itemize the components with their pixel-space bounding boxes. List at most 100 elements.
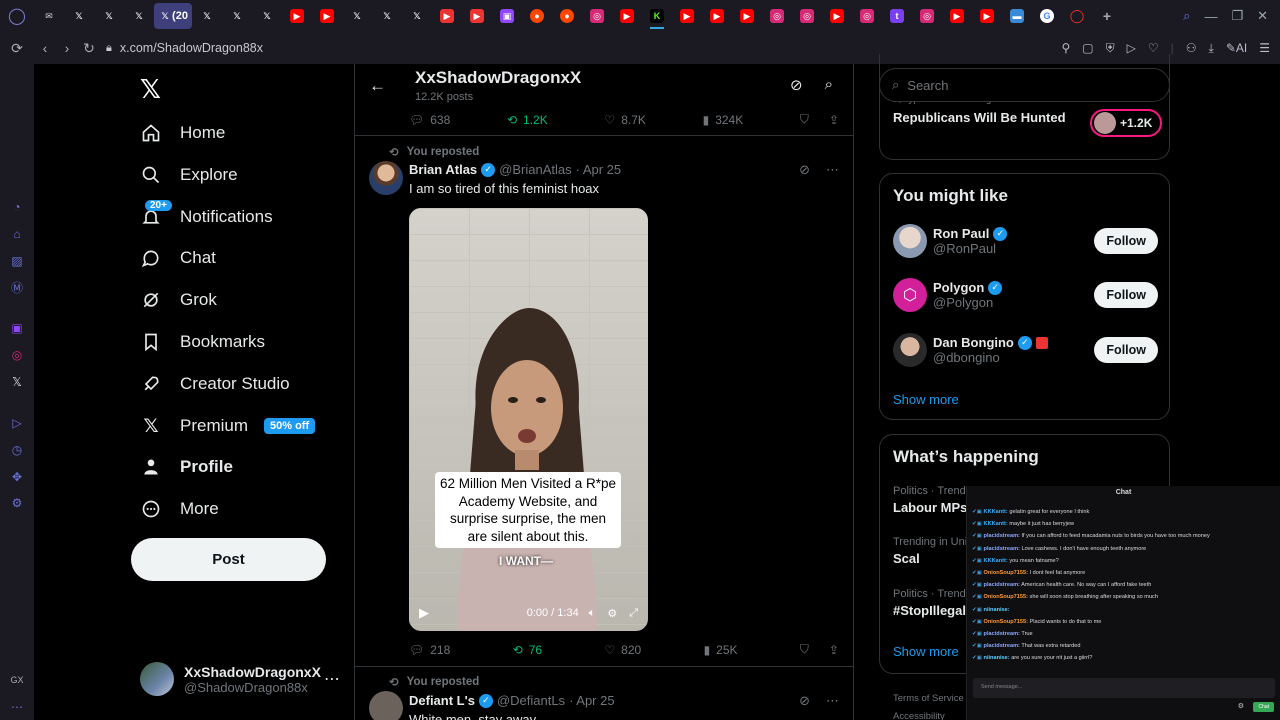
chat-input[interactable]: Send message... [973,678,1275,698]
tab-x[interactable]: 𝕏 [222,3,252,29]
trend-item[interactable]: Trending in Uni Scal [893,536,967,566]
chat-username[interactable]: KKKantt: [984,558,1008,564]
like-button[interactable]: ♡ 8.7K [604,113,645,127]
nav-more[interactable]: More [140,494,219,524]
nav-home[interactable]: Home [140,118,225,148]
messenger-icon[interactable]: Ⓜ [11,274,23,301]
suggested-user[interactable]: Ron Paul ✓ @RonPaul Follow [893,221,1158,261]
aria-icon[interactable]: ◔ [13,193,20,220]
chat-username[interactable]: placidstream: [984,582,1020,588]
share-icon[interactable]: ⇪ [829,113,839,127]
live-listeners[interactable]: +1.2K [1090,109,1163,137]
x-logo-icon[interactable]: 𝕏 [140,74,161,105]
grok-icon[interactable]: ⊘ [799,162,810,178]
tab-instagram[interactable]: ◎ [582,3,612,29]
tweet-author-name[interactable]: Brian Atlas [409,162,477,177]
chat-username[interactable]: KKKantt: [984,521,1008,527]
avatar[interactable] [369,161,403,195]
extensions-icon[interactable]: ✥ [12,463,22,490]
profile-icon[interactable]: ⚇ [1186,41,1197,55]
more-horizontal-icon[interactable]: ⋯ [324,669,340,689]
nav-notifications[interactable]: 20+ Notifications [140,200,273,232]
twitch-sidebar-icon[interactable]: ▣ [11,315,22,342]
trend-item[interactable]: Politics · Trend Labour MPs [893,485,967,515]
new-tab-button[interactable]: + [1092,3,1122,29]
chat-username[interactable]: KKKantt: [984,509,1008,515]
post-button[interactable]: Post [131,538,326,581]
chat-settings-icon[interactable]: ⚙ [1238,702,1244,710]
trend-item[interactable]: Politics · Trend #StopIllegal [893,588,966,618]
account-switcher[interactable]: XxShadowDragonxX @ShadowDragon88x ⋯ [140,662,340,696]
tab-youtube[interactable]: ▶ [672,3,702,29]
maximize-icon[interactable]: ❐ [1231,8,1243,24]
tab-instagram[interactable]: ◎ [762,3,792,29]
volume-icon[interactable]: 🔈︎ [589,607,596,620]
ai-button[interactable]: ✎AI [1226,41,1247,55]
nav-premium[interactable]: 𝕏 Premium 50% off [140,411,316,441]
tab-kick[interactable]: K [642,3,672,29]
live-title[interactable]: Republicans Will Be Hunted [893,110,1066,125]
tab-youtube[interactable]: ▶ [822,3,852,29]
tab-play[interactable]: ▶ [432,3,462,29]
back-icon[interactable]: ‹ [34,40,56,56]
back-arrow-icon[interactable]: ← [369,76,386,96]
more-sidebar-icon[interactable]: ⋯ [11,693,23,720]
url-field[interactable]: 🔒︎ x.com/ShadowDragon88x [106,41,263,55]
repost-button[interactable]: ⟲ 1.2K [507,113,548,127]
tab-x[interactable]: 𝕏 [372,3,402,29]
settings-icon[interactable]: ⚙ [607,607,617,620]
notes-icon[interactable]: ▨ [11,247,22,274]
tab-tumblr[interactable]: t [882,3,912,29]
opera-logo-icon[interactable]: ◯ [0,6,34,26]
translate-icon[interactable]: ⌂ [13,220,20,247]
like-button[interactable]: ♡ 820 [604,643,641,657]
tab-reddit[interactable]: ● [522,3,552,29]
tab-youtube[interactable]: ▶ [702,3,732,29]
tab-mail[interactable]: ✉ [34,3,64,29]
play-icon[interactable]: ▶ [419,605,429,621]
tab-youtube[interactable]: ▶ [312,3,342,29]
fullscreen-icon[interactable]: ⤢ [629,607,638,620]
video-player[interactable]: 62 Million Men Visited a R*pe Academy We… [409,208,648,631]
menu-icon[interactable]: ☰ [1259,41,1270,55]
heart-icon[interactable]: ♡ [1148,41,1159,55]
snapshot-icon[interactable]: ▢ [1082,41,1093,55]
settings-icon[interactable]: ⚙ [12,490,23,517]
search-input[interactable]: ⌕ Search [879,68,1170,102]
tab-x[interactable]: 𝕏 [252,3,282,29]
chat-username[interactable]: placidstream: [984,533,1020,539]
share-icon[interactable]: ⇪ [829,643,839,657]
chat-username[interactable]: niinanise: [984,607,1010,613]
tab-instagram[interactable]: ◎ [912,3,942,29]
nav-explore[interactable]: Explore [140,160,238,190]
chat-username[interactable]: OnionSoup7155: [984,619,1028,625]
tab-x[interactable]: 𝕏 [124,3,154,29]
follow-button[interactable]: Follow [1094,228,1158,254]
player-sidebar-icon[interactable]: ▷ [12,409,21,436]
nav-grok[interactable]: Grok [140,285,217,315]
grok-icon[interactable]: ⊘ [790,76,803,94]
player-icon[interactable]: ▷ [1127,41,1136,55]
close-icon[interactable]: ✕ [1257,8,1268,24]
tweet-author-handle[interactable]: @DefiantLs [497,693,565,708]
terms-link[interactable]: Terms of Service [893,690,964,708]
tab-reddit[interactable]: ● [552,3,582,29]
reply-button[interactable]: 💬︎ 218 [409,643,450,657]
chat-username[interactable]: OnionSoup7155: [984,594,1028,600]
chat-username[interactable]: placidstream: [984,631,1020,637]
download-icon[interactable]: ⤓ [1209,41,1214,56]
forward-icon[interactable]: › [56,40,78,56]
history-icon[interactable]: ◷ [12,436,22,463]
tab-x[interactable]: 𝕏 [64,3,94,29]
chat-send-button[interactable]: Chat [1253,702,1274,712]
sync-icon[interactable]: ⟳ [0,40,34,57]
show-more-link[interactable]: Show more [893,644,959,659]
tab-twitch[interactable]: ▣ [492,3,522,29]
chat-username[interactable]: niinanise: [984,655,1010,661]
tab-youtube[interactable]: ▶ [942,3,972,29]
tweet-author-name[interactable]: Defiant L's [409,693,475,708]
tweet-date[interactable]: · Apr 25 [569,693,615,708]
tab-youtube[interactable]: ▶ [972,3,1002,29]
tab-instagram[interactable]: ◎ [852,3,882,29]
tab-x[interactable]: 𝕏 [94,3,124,29]
